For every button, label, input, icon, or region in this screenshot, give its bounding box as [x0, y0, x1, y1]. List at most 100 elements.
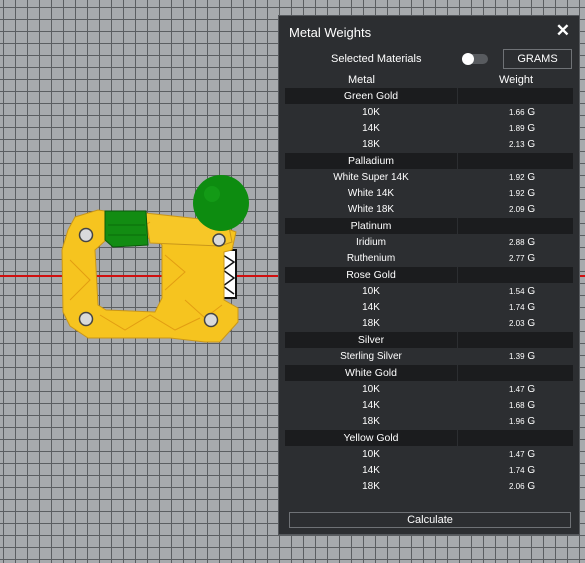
weight-unit: G — [527, 237, 536, 248]
metal-name: 18K — [362, 416, 380, 427]
metal-row: 10K 1.66 G — [285, 105, 573, 121]
weight-unit: G — [527, 107, 536, 118]
metal-name: 18K — [362, 139, 380, 150]
group-header-row: Platinum — [285, 218, 573, 234]
metal-weight: 1.47 G — [509, 382, 535, 398]
weight-unit: G — [527, 204, 536, 215]
group-header-row: Yellow Gold — [285, 430, 573, 446]
metal-row: 14K 1.89 G — [285, 121, 573, 137]
weight-value: 1.47 — [509, 385, 525, 394]
toggle-knob — [462, 53, 474, 65]
group-header-cell — [458, 430, 573, 446]
metal-name: 18K — [362, 318, 380, 329]
weight-unit: G — [527, 384, 536, 395]
selected-materials-label: Selected Materials — [331, 53, 422, 65]
weight-value: 2.09 — [509, 205, 525, 214]
metal-row: 14K 1.74 G — [285, 300, 573, 316]
metal-weight: 1.68 G — [509, 398, 535, 414]
metal-name: 18K — [362, 481, 380, 492]
metal-weight: 2.77 G — [509, 251, 535, 267]
group-header-row: White Gold — [285, 365, 573, 381]
metal-weights-panel: Metal Weights ✕ Selected Materials GRAMS… — [278, 15, 580, 535]
weight-value: 2.77 — [509, 254, 525, 263]
metal-weight: 2.09 G — [509, 202, 535, 218]
weight-value: 1.54 — [509, 287, 525, 296]
group-header-cell — [458, 88, 573, 104]
metal-name: White 18K — [347, 204, 395, 215]
green-sphere — [193, 175, 249, 231]
group-name: Silver — [357, 334, 385, 346]
selected-materials-toggle[interactable] — [462, 53, 488, 65]
group-header-row: Silver — [285, 332, 573, 348]
metal-weight: 2.13 G — [509, 137, 535, 153]
metal-weight: 2.88 G — [509, 235, 535, 251]
weight-value: 1.89 — [509, 124, 525, 133]
metal-name: White Super 14K — [333, 172, 409, 183]
metal-name: 14K — [362, 465, 380, 476]
weight-unit: G — [527, 139, 536, 150]
close-icon[interactable]: ✕ — [556, 21, 570, 41]
weight-unit: G — [527, 188, 536, 199]
weight-unit: G — [527, 481, 536, 492]
weight-unit: G — [527, 253, 536, 264]
metal-name: 14K — [362, 400, 380, 411]
metal-name: 10K — [362, 107, 380, 118]
metal-weight: 2.03 G — [509, 316, 535, 332]
metal-weight: 1.92 G — [509, 170, 535, 186]
metal-row: Iridium 2.88 G — [285, 235, 573, 251]
metal-name: Sterling Silver — [340, 351, 402, 362]
metal-weight: 1.39 G — [509, 349, 535, 365]
metal-row: 18K 1.96 G — [285, 414, 573, 430]
weight-value: 2.03 — [509, 319, 525, 328]
weight-unit: G — [527, 302, 536, 313]
metal-row: 14K 1.74 G — [285, 463, 573, 479]
weight-value: 1.66 — [509, 108, 525, 117]
metal-weight: 1.54 G — [509, 284, 535, 300]
metal-weight-list: Green Gold 10K 1.66 G 14K 1.89 G 18K 2.13 G Pal… — [285, 88, 573, 495]
metal-weight: 2.06 G — [509, 479, 535, 495]
weight-unit: G — [527, 351, 536, 362]
metal-weight: 1.74 G — [509, 463, 535, 479]
metal-row: 10K 1.47 G — [285, 447, 573, 463]
column-header-weight: Weight — [499, 74, 534, 86]
metal-weight: 1.92 G — [509, 186, 535, 202]
metal-name: 10K — [362, 286, 380, 297]
weight-unit: G — [527, 449, 536, 460]
weight-value: 1.47 — [509, 450, 525, 459]
metal-name: Iridium — [355, 237, 386, 248]
metal-row: 14K 1.68 G — [285, 398, 573, 414]
group-name: Palladium — [347, 155, 395, 167]
group-header-row: Rose Gold — [285, 267, 573, 283]
metal-row: 18K 2.06 G — [285, 479, 573, 495]
weight-value: 2.06 — [509, 482, 525, 491]
group-name: White Gold — [345, 367, 397, 379]
metal-name: Ruthenium — [346, 253, 396, 264]
group-name: Green Gold — [343, 90, 399, 102]
panel-title: Metal Weights — [289, 25, 372, 40]
weight-value: 1.74 — [509, 303, 525, 312]
metal-row: 10K 1.47 G — [285, 382, 573, 398]
group-header-row: Green Gold — [285, 88, 573, 104]
weight-value: 1.68 — [509, 401, 525, 410]
weight-value: 1.92 — [509, 173, 525, 182]
group-header-row: Palladium — [285, 153, 573, 169]
weight-unit: G — [527, 400, 536, 411]
unit-button[interactable]: GRAMS — [503, 49, 572, 69]
group-header-cell — [458, 218, 573, 234]
metal-weight: 1.74 G — [509, 300, 535, 316]
green-gem-setting — [104, 210, 149, 248]
metal-row: Sterling Silver 1.39 G — [285, 349, 573, 365]
weight-value: 2.13 — [509, 140, 525, 149]
metal-row: 18K 2.03 G — [285, 316, 573, 332]
calculate-button[interactable]: Calculate — [289, 512, 571, 528]
weight-unit: G — [527, 172, 536, 183]
metal-row: White Super 14K 1.92 G — [285, 170, 573, 186]
metal-name: 10K — [362, 384, 380, 395]
metal-name: 14K — [362, 302, 380, 313]
weight-unit: G — [527, 286, 536, 297]
weight-value: 2.88 — [509, 238, 525, 247]
metal-weight: 1.66 G — [509, 105, 535, 121]
metal-name: White 14K — [347, 188, 395, 199]
weight-unit: G — [527, 123, 536, 134]
metal-row: Ruthenium 2.77 G — [285, 251, 573, 267]
